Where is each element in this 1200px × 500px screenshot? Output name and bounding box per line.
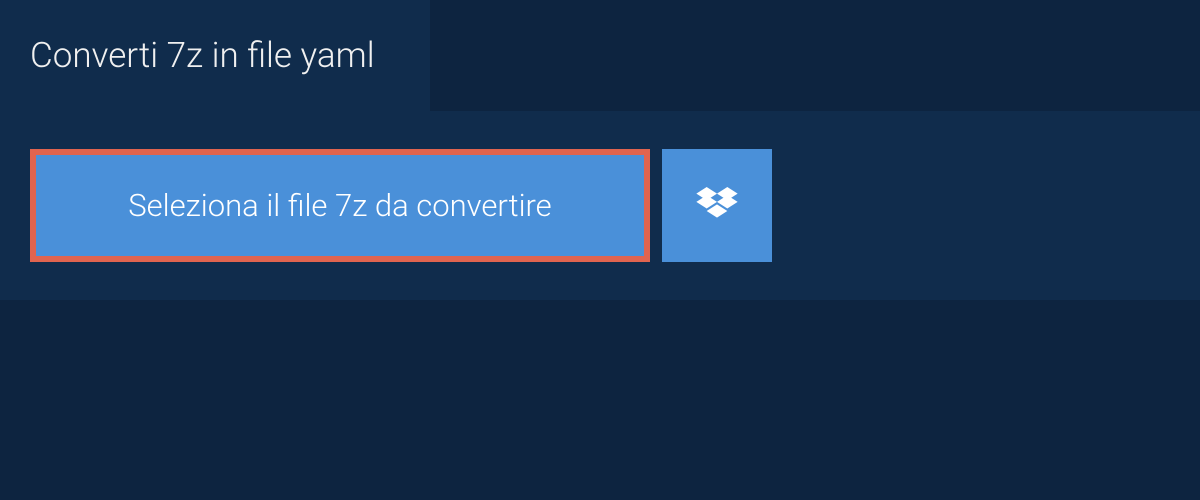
tab-title: Converti 7z in file yaml <box>30 35 375 76</box>
dropbox-icon <box>696 187 738 225</box>
select-file-button[interactable]: Seleziona il file 7z da convertire <box>30 149 650 262</box>
tab-bar: Converti 7z in file yaml <box>0 0 1200 111</box>
dropbox-button[interactable] <box>662 149 772 262</box>
tab-active[interactable]: Converti 7z in file yaml <box>0 0 430 111</box>
select-file-label: Seleziona il file 7z da convertire <box>128 187 551 224</box>
button-row: Seleziona il file 7z da convertire <box>30 149 1170 262</box>
uploader-panel: Seleziona il file 7z da convertire <box>0 111 1200 300</box>
